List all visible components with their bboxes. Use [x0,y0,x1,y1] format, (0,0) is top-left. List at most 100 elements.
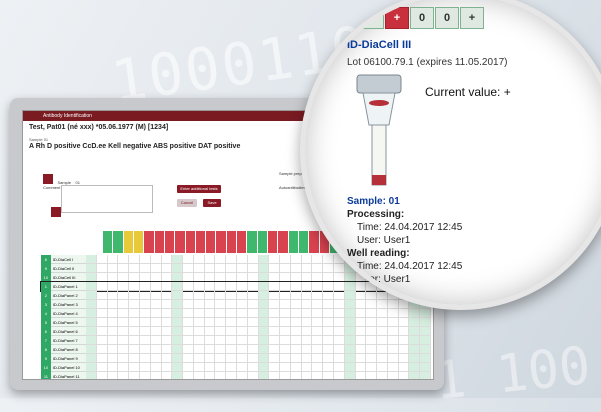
antigen-cell [269,336,281,345]
antigen-cell [193,273,205,282]
antigen-cell [97,372,108,379]
processing-info: Sample: 01 Processing: Time: 24.04.2017 … [347,195,462,305]
antigen-cell [193,309,205,318]
antigen-cell [86,372,97,379]
antigen-cell [129,336,140,345]
antigen-cell [269,300,281,309]
antigen-cell [96,345,108,354]
antigen-cell [344,363,356,372]
antigen-cell [215,309,227,318]
antigen-cell [290,264,302,273]
next-reading-label: Reading: [347,287,390,298]
antigen-cell [334,354,345,363]
antigen-cell [280,309,291,318]
antigen-cell [150,291,162,300]
antigen-cell [118,336,130,345]
antigen-cell [301,363,313,372]
antigen-header-cell [154,231,165,253]
antigen-cell [204,345,216,354]
row-number: 10 [41,273,51,282]
well-reading-label: Well reading: [347,248,410,259]
antigen-cell [258,300,270,309]
row-number: 9 [41,354,51,363]
cell-name: ID-DiaCell I [50,255,87,264]
antigen-cell [355,363,367,372]
table-row[interactable]: 9 ID-DiaPanel 9 [41,354,432,363]
antigen-cell [398,336,410,345]
cancel-button[interactable]: Cancel [177,199,197,207]
antigen-cell [139,354,151,363]
antigen-cell [355,345,367,354]
antigen-cell [323,255,334,264]
antigen-cell [387,318,399,327]
row-number: 8 [41,345,51,354]
antigen-cell [366,354,378,363]
table-row[interactable]: 7 ID-DiaPanel 7 [41,336,432,345]
antigen-cell [150,264,162,273]
antigen-cell [420,345,432,354]
table-row[interactable]: 4 ID-DiaPanel 4 [41,309,432,318]
antigen-cell [226,273,237,282]
antigen-cell [139,363,151,372]
antigen-cell [269,264,281,273]
antigen-cell [129,291,140,300]
enter-additional-tests-button[interactable]: Enter additional tests [177,185,221,193]
antigen-cell [301,264,313,273]
antigen-cell [366,345,378,354]
table-row[interactable]: 5 ID-DiaPanel 5 [41,318,432,327]
antigen-cell [226,291,237,300]
antigen-cell [226,363,237,372]
processing-user: User: User1 [357,235,411,246]
antigen-cell [226,300,237,309]
antigen-cell [107,345,119,354]
antigen-cell [118,264,130,273]
antigen-cell [215,336,227,345]
table-row[interactable]: 11 ID-DiaPanel 11 [41,372,432,379]
antigen-cell [280,345,291,354]
antigen-cell [398,327,410,336]
antigen-cell [247,318,259,327]
antigen-cell [140,372,151,379]
antigen-cell [247,291,259,300]
antigen-cell [86,300,97,309]
antigen-cell [86,255,97,264]
antigen-cell [151,372,162,379]
antigen-cell [172,300,184,309]
antigen-cell [258,354,270,363]
antigen-cell [118,372,130,379]
strip-cell: 0 [410,7,434,29]
table-row[interactable]: 10 ID-DiaPanel 10 [41,363,432,372]
antigen-cell [193,318,205,327]
antigen-cell [204,264,216,273]
antigen-cell [269,282,281,291]
antigen-cell [301,327,313,336]
table-row[interactable]: 8 ID-DiaPanel 8 [41,345,432,354]
comment-icon[interactable] [51,207,61,217]
antigen-cell [226,309,237,318]
antigen-cell [161,318,173,327]
antigen-cell [377,336,388,345]
antigen-cell [377,327,388,336]
row-number: 1 [41,282,51,291]
antigen-cell [301,273,313,282]
antigen-cell [161,273,173,282]
antigen-cell [129,354,140,363]
cell-name: ID-DiaPanel 4 [50,309,87,318]
antigen-cell [204,354,216,363]
antigen-cell [139,282,151,291]
table-row[interactable]: 6 ID-DiaPanel 6 [41,327,432,336]
antigen-header-cell [123,231,134,253]
save-button[interactable]: Save [203,199,221,207]
comment-field[interactable] [61,185,153,213]
antigen-cell [118,327,130,336]
cell-name: ID-DiaPanel 7 [50,336,87,345]
antigen-cell [226,255,237,264]
antigen-cell [183,354,194,363]
antigen-cell [172,309,184,318]
antigen-cell [129,372,140,379]
antigen-cell [290,327,302,336]
antigen-cell [162,372,173,379]
cell-name: ID-DiaCell III [50,273,87,282]
antigen-cell [344,372,356,379]
antigen-cell [86,273,97,282]
